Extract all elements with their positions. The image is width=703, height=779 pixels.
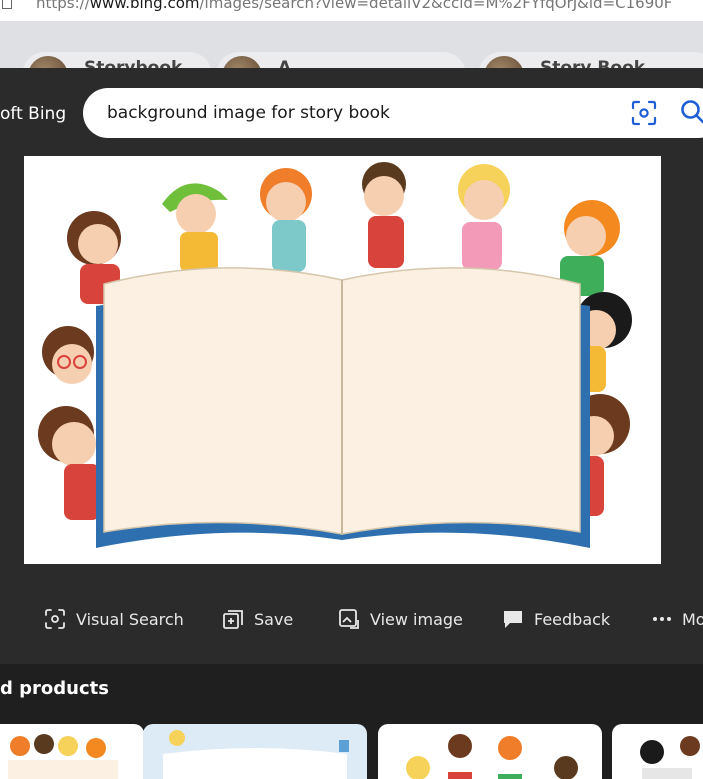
background-page: Storybook A Story Book: [0, 22, 703, 72]
page-icon: [2, 0, 12, 9]
preview-image[interactable]: [24, 156, 661, 564]
related-products-heading: d products: [0, 678, 109, 699]
product-thumbnail: [406, 734, 578, 779]
search-input[interactable]: [107, 98, 607, 128]
feedback-label: Feedback: [534, 609, 611, 629]
visual-search-icon[interactable]: [631, 100, 657, 126]
product-thumbnail: [640, 736, 700, 779]
image-detail-overlay: oft Bing background image for story book…: [0, 68, 703, 779]
visual-search-label: Visual Search: [76, 609, 184, 629]
more-dots-icon: [653, 617, 671, 621]
feedback-button[interactable]: Feedback: [502, 604, 610, 634]
product-card[interactable]: [0, 724, 144, 779]
search-box: [83, 88, 703, 138]
related-products-section: d products: [0, 664, 703, 779]
feedback-icon: [504, 611, 522, 628]
more-label: Mo: [682, 609, 703, 629]
visual-search-button[interactable]: Visual Search: [44, 604, 184, 634]
view-image-icon: [339, 609, 359, 629]
image-action-bar: Visual Search Save View image Feedback M…: [0, 596, 703, 640]
kid-figure: [458, 164, 510, 270]
product-card[interactable]: [612, 724, 703, 779]
kid-figure: [162, 183, 228, 272]
storybook-illustration: [38, 162, 632, 548]
product-card[interactable]: [143, 724, 367, 779]
kid-figure: [38, 406, 100, 520]
product-card[interactable]: [378, 724, 602, 779]
save-icon: [223, 610, 243, 629]
url-text[interactable]: https://www.bing.com/images/search?view=…: [36, 0, 672, 12]
view-image-button[interactable]: View image: [338, 604, 463, 634]
kid-figure: [260, 168, 312, 272]
search-icon[interactable]: [679, 98, 703, 126]
product-thumbnail: [8, 734, 118, 779]
save-button[interactable]: Save: [222, 604, 293, 634]
save-label: Save: [254, 609, 294, 629]
kid-figure: [42, 326, 94, 384]
more-button[interactable]: Mo: [652, 604, 703, 634]
visual-search-icon: [45, 609, 65, 629]
address-bar[interactable]: https://www.bing.com/images/search?view=…: [0, 0, 703, 22]
view-image-label: View image: [370, 609, 463, 629]
open-book: [96, 267, 590, 548]
product-thumbnail: [163, 730, 349, 779]
bing-brand[interactable]: oft Bing: [0, 104, 66, 124]
kid-figure: [362, 162, 406, 268]
